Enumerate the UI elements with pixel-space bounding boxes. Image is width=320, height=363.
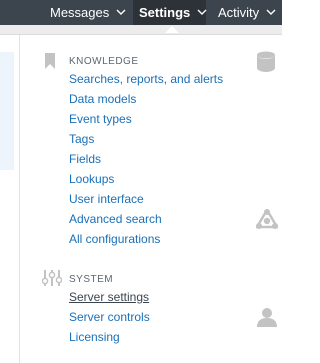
link-advanced-search[interactable]: Advanced search bbox=[69, 212, 162, 226]
activity-menu[interactable]: Activity bbox=[218, 0, 276, 25]
activity-label: Activity bbox=[218, 5, 260, 20]
link-event-types[interactable]: Event types bbox=[69, 112, 132, 126]
chevron-down-icon bbox=[266, 9, 276, 16]
link-licensing[interactable]: Licensing bbox=[69, 330, 120, 344]
sliders-icon bbox=[42, 270, 62, 286]
system-section-title: SYSTEM bbox=[69, 274, 114, 285]
background-page-highlight bbox=[0, 52, 14, 170]
link-user-interface[interactable]: User interface bbox=[69, 192, 144, 206]
distributed-environment-icon bbox=[256, 209, 278, 229]
chevron-down-icon bbox=[197, 9, 207, 16]
database-icon bbox=[257, 51, 275, 72]
link-all-configurations[interactable]: All configurations bbox=[69, 232, 160, 246]
knowledge-section-title: KNOWLEDGE bbox=[69, 56, 139, 67]
dropdown-caret bbox=[165, 26, 179, 33]
top-nav-bar: Messages Settings Activity bbox=[0, 0, 282, 25]
user-icon bbox=[257, 308, 277, 327]
messages-menu[interactable]: Messages bbox=[50, 0, 126, 25]
link-server-controls[interactable]: Server controls bbox=[69, 310, 150, 324]
link-server-settings[interactable]: Server settings bbox=[69, 290, 149, 304]
settings-menu[interactable]: Settings bbox=[133, 0, 207, 25]
sub-header-bar bbox=[0, 25, 282, 35]
link-data-models[interactable]: Data models bbox=[69, 92, 136, 106]
chevron-down-icon bbox=[116, 9, 126, 16]
link-fields[interactable]: Fields bbox=[69, 152, 101, 166]
messages-label: Messages bbox=[50, 5, 110, 20]
link-lookups[interactable]: Lookups bbox=[69, 172, 114, 186]
bookmark-icon bbox=[45, 53, 55, 69]
link-tags[interactable]: Tags bbox=[69, 132, 94, 146]
link-searches-reports-alerts[interactable]: Searches, reports, and alerts bbox=[69, 72, 223, 86]
settings-label: Settings bbox=[139, 5, 191, 20]
